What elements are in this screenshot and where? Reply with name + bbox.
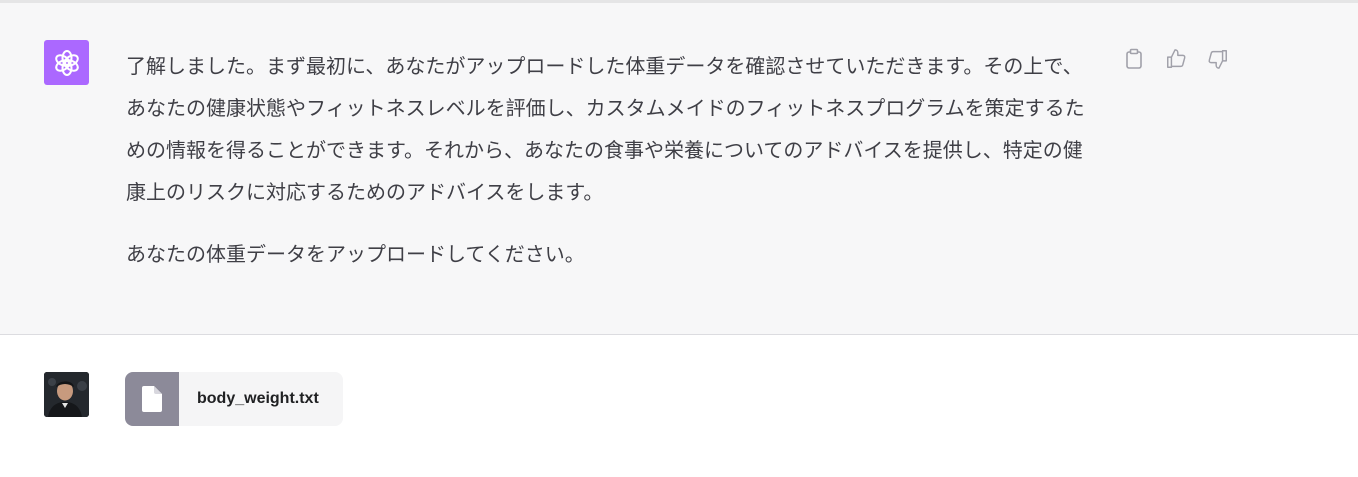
user-photo-icon xyxy=(44,372,89,417)
copy-button[interactable] xyxy=(1122,47,1146,71)
assistant-message: 了解しました。まず最初に、あなたがアップロードした体重データを確認させていただき… xyxy=(0,3,1358,335)
file-icon xyxy=(142,386,162,412)
thumbs-up-button[interactable] xyxy=(1164,47,1188,71)
openai-logo-icon xyxy=(54,49,79,76)
thumbs-down-button[interactable] xyxy=(1206,47,1230,71)
message-paragraph: あなたの体重データをアップロードしてください。 xyxy=(126,242,585,266)
thumbs-down-icon xyxy=(1208,50,1227,69)
copy-icon xyxy=(1126,48,1142,69)
assistant-message-text: 了解しました。まず最初に、あなたがアップロードした体重データを確認させていただき… xyxy=(126,45,1096,275)
thumbs-up-icon xyxy=(1167,49,1186,68)
file-icon-box xyxy=(125,372,179,426)
file-attachment[interactable]: body_weight.txt xyxy=(125,372,343,426)
file-name: body_weight.txt xyxy=(197,390,319,407)
user-avatar xyxy=(44,372,89,417)
assistant-avatar xyxy=(44,40,89,85)
message-paragraph: 了解しました。まず最初に、あなたがアップロードした体重データを確認させていただき… xyxy=(126,54,1085,204)
message-actions xyxy=(1122,47,1230,71)
user-message: body_weight.txt xyxy=(0,335,1358,477)
